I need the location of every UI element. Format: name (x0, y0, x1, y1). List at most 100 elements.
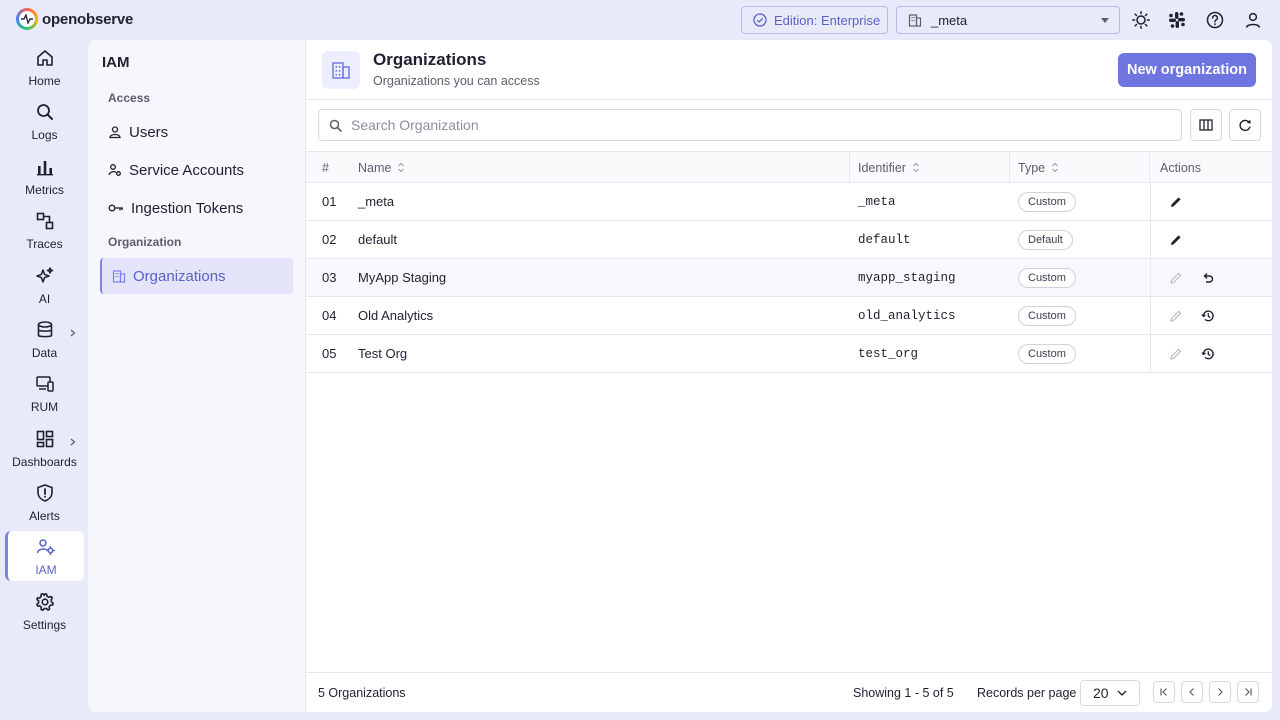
nav-data[interactable]: Data (5, 314, 84, 364)
nav-alerts-label: Alerts (29, 509, 60, 523)
nav-alerts[interactable]: Alerts (5, 477, 84, 527)
row-name: default (358, 232, 398, 247)
col-name[interactable]: Name (358, 152, 850, 183)
edit-icon[interactable] (1168, 308, 1184, 324)
nav-settings[interactable]: Settings (5, 586, 84, 636)
nav-logs-label: Logs (31, 128, 58, 142)
traces-icon (34, 210, 56, 232)
building-icon (112, 269, 126, 283)
nav-iam-label: IAM (35, 563, 57, 577)
table-row[interactable]: 01 _meta _meta Custom (306, 183, 1272, 221)
user-icon (108, 125, 122, 139)
iam-item-users[interactable]: Users (108, 119, 168, 145)
row-identifier: _meta (858, 194, 896, 209)
columns-icon (1199, 119, 1213, 131)
new-organization-button[interactable]: New organization (1118, 53, 1256, 87)
edit-icon[interactable] (1168, 232, 1184, 248)
table-row[interactable]: 02 default default Default (306, 221, 1272, 259)
row-name: MyApp Staging (358, 270, 447, 285)
record-count: 5 Organizations (318, 686, 406, 700)
iam-item-ingestion-tokens-label: Ingestion Tokens (131, 199, 244, 217)
table-row[interactable]: 04 Old Analytics old_analytics Custom (306, 297, 1272, 335)
first-page-button[interactable] (1153, 681, 1175, 703)
refresh-button[interactable] (1229, 109, 1261, 141)
help-icon[interactable] (1205, 10, 1225, 30)
top-bar: openobserve Edition: Enterprise _meta (0, 0, 1280, 40)
next-page-button[interactable] (1209, 681, 1231, 703)
col-type[interactable]: Type (1018, 152, 1150, 183)
history-icon[interactable] (1200, 346, 1216, 362)
header-divider (306, 99, 1272, 100)
row-identifier: old_analytics (858, 308, 956, 323)
key-icon (108, 201, 124, 215)
edit-icon[interactable] (1168, 270, 1184, 286)
sort-icon (912, 162, 920, 173)
row-number: 01 (322, 194, 337, 209)
nav-data-label: Data (31, 346, 58, 360)
devices-icon (34, 373, 56, 395)
sun-icon[interactable] (1131, 10, 1151, 30)
edition-badge[interactable]: Edition: Enterprise (741, 6, 888, 34)
sparkles-icon (34, 265, 56, 287)
main-content: Organizations Organizations you can acce… (306, 40, 1272, 712)
nav-logs[interactable]: Logs (5, 96, 84, 146)
org-selector[interactable]: _meta (896, 6, 1120, 34)
undo-icon[interactable] (1200, 270, 1216, 286)
table-row[interactable]: 05 Test Org test_org Custom (306, 335, 1272, 373)
row-name: _meta (358, 194, 395, 209)
nav-ai[interactable]: AI (5, 260, 84, 310)
gear-icon (34, 591, 56, 613)
iam-item-organizations[interactable]: Organizations (100, 258, 293, 294)
col-type-label: Type (1018, 160, 1046, 175)
edit-icon[interactable] (1168, 194, 1184, 210)
service-account-icon (108, 163, 122, 177)
iam-item-users-label: Users (129, 123, 169, 141)
row-identifier: test_org (858, 346, 919, 361)
row-name: Old Analytics (358, 308, 434, 323)
chevron-right-icon (1215, 687, 1225, 697)
column-toggle-button[interactable] (1190, 109, 1222, 141)
table-footer: 5 Organizations Showing 1 - 5 of 5 Recor… (306, 672, 1272, 712)
app-logo[interactable]: openobserve (16, 8, 133, 30)
type-chip: Custom (1018, 267, 1076, 288)
nav-rum[interactable]: RUM (5, 368, 84, 418)
edit-icon[interactable] (1168, 346, 1184, 362)
search-box[interactable] (318, 109, 1182, 141)
sort-icon (397, 162, 405, 173)
iam-item-service-accounts[interactable]: Service Accounts (108, 157, 244, 183)
building-icon (322, 51, 360, 89)
nav-metrics[interactable]: Metrics (5, 151, 84, 201)
nav-home[interactable]: Home (5, 42, 84, 92)
nav-home-label: Home (28, 74, 61, 88)
chevron-right-icon (70, 438, 76, 446)
type-chip: Custom (1018, 343, 1076, 364)
history-icon[interactable] (1200, 308, 1216, 324)
first-page-icon (1159, 687, 1169, 697)
records-per-page-select[interactable]: 20 (1080, 680, 1140, 706)
row-number: 04 (322, 308, 337, 323)
search-icon (34, 101, 56, 123)
caret-down-icon (1101, 18, 1109, 23)
col-identifier[interactable]: Identifier (858, 152, 1010, 183)
chevron-left-icon (1187, 687, 1197, 697)
table-row[interactable]: 03 MyApp Staging myapp_staging Custom (306, 259, 1272, 297)
iam-item-ingestion-tokens[interactable]: Ingestion Tokens (108, 195, 243, 221)
main-nav: Home Logs Metrics Traces AI Data RUM Das… (0, 40, 88, 720)
nav-metrics-label: Metrics (25, 183, 64, 197)
search-input[interactable] (351, 117, 1151, 133)
row-name: Test Org (358, 346, 408, 361)
page-title: Organizations (373, 50, 487, 69)
last-page-button[interactable] (1237, 681, 1259, 703)
alert-shield-icon (34, 482, 56, 504)
nav-iam[interactable]: IAM (5, 531, 84, 581)
user-account-icon[interactable] (1243, 10, 1263, 30)
sort-icon (1051, 162, 1059, 173)
nav-ai-label: AI (38, 292, 51, 306)
table-header: # Name Identifier Type Actions (306, 151, 1272, 183)
nav-dashboards[interactable]: Dashboards (5, 423, 84, 473)
row-number: 02 (322, 232, 337, 247)
col-actions: Actions (1160, 160, 1201, 175)
previous-page-button[interactable] (1181, 681, 1203, 703)
nav-traces[interactable]: Traces (5, 205, 84, 255)
slack-icon[interactable] (1167, 10, 1187, 30)
